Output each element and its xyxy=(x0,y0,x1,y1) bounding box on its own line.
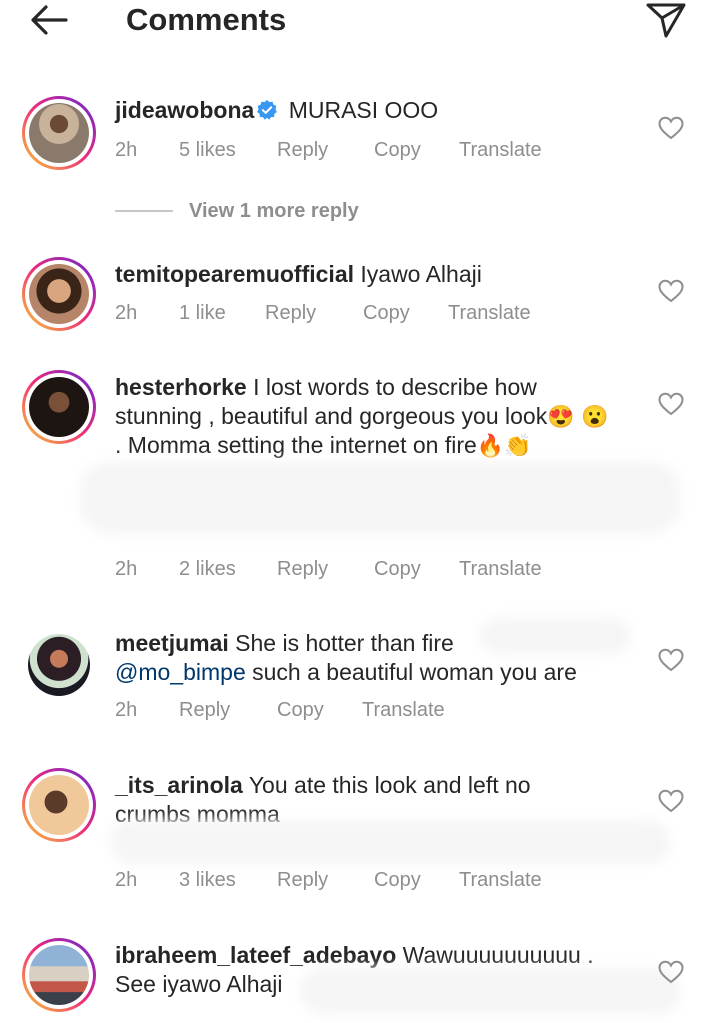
comment-username[interactable]: _its_arinola xyxy=(115,772,243,798)
header-bar: Comments xyxy=(0,0,720,40)
paper-plane-icon xyxy=(646,3,686,38)
heart-eyes-emoji: 😍 xyxy=(547,404,575,429)
heart-icon xyxy=(658,960,684,984)
reply-button[interactable]: Reply xyxy=(277,866,328,894)
heart-icon xyxy=(658,392,684,416)
avatar xyxy=(22,628,96,702)
profile-photo xyxy=(29,103,89,163)
verified-badge-icon xyxy=(257,99,278,120)
comment-body-continued: such a beautiful woman you are xyxy=(252,659,577,685)
like-button[interactable] xyxy=(658,392,684,416)
like-button[interactable] xyxy=(658,960,684,984)
comment-text: hesterhorke I lost words to describe how… xyxy=(115,373,615,460)
comment-username[interactable]: temitopearemuofficial xyxy=(115,261,354,287)
share-button[interactable] xyxy=(644,0,688,40)
fire-emoji: 🔥 xyxy=(476,433,505,458)
arrow-left-icon xyxy=(31,5,68,35)
copy-button[interactable]: Copy xyxy=(374,866,421,894)
page-title: Comments xyxy=(126,2,287,37)
comment-meta: 2h 5 likes Reply Copy Translate xyxy=(115,136,675,164)
copy-button[interactable]: Copy xyxy=(374,136,421,164)
comment-username[interactable]: meetjumai xyxy=(115,630,229,656)
divider-line xyxy=(115,210,173,212)
comment-body: Iyawo Alhaji xyxy=(360,261,482,287)
avatar[interactable] xyxy=(22,370,96,444)
comment-time: 2h xyxy=(115,558,138,580)
likes-count[interactable]: 1 like xyxy=(179,299,226,327)
comment-body-continued: . Momma setting the internet on fire xyxy=(115,432,477,458)
comment-username[interactable]: jideawobona xyxy=(115,97,254,123)
comment-time: 2h xyxy=(115,869,138,891)
reply-button[interactable]: Reply xyxy=(277,555,328,583)
redacted-area xyxy=(300,968,680,1014)
heart-icon xyxy=(658,789,684,813)
comment-meta: 2h 1 like Reply Copy Translate xyxy=(115,299,675,327)
translate-button[interactable]: Translate xyxy=(362,696,445,724)
mention-link[interactable]: @mo_bimpe xyxy=(115,659,246,685)
comment-text: meetjumai She is hotter than fire @mo_bi… xyxy=(115,629,635,687)
comment-meta: 2h 3 likes Reply Copy Translate xyxy=(115,866,675,894)
comment-meta: 2h 2 likes Reply Copy Translate xyxy=(115,555,675,583)
reply-button[interactable]: Reply xyxy=(265,299,316,327)
profile-photo xyxy=(29,945,89,1005)
avatar[interactable] xyxy=(22,938,96,1012)
heart-icon xyxy=(658,648,684,672)
copy-button[interactable]: Copy xyxy=(363,299,410,327)
like-button[interactable] xyxy=(658,279,684,303)
avatar[interactable] xyxy=(22,257,96,331)
reply-button[interactable]: Reply xyxy=(179,696,230,724)
comment-time: 2h xyxy=(115,302,138,324)
like-button[interactable] xyxy=(658,116,684,140)
back-button[interactable] xyxy=(28,0,72,40)
comment-meta: 2h Reply Copy Translate xyxy=(115,696,675,724)
avatar[interactable] xyxy=(22,768,96,842)
heart-icon xyxy=(658,279,684,303)
clapping-emoji: 👏 xyxy=(504,433,532,458)
likes-count[interactable]: 2 likes xyxy=(179,555,236,583)
like-button[interactable] xyxy=(658,648,684,672)
heart-icon xyxy=(658,116,684,140)
profile-photo xyxy=(29,377,89,437)
copy-button[interactable]: Copy xyxy=(374,555,421,583)
comment-time: 2h xyxy=(115,139,138,161)
avatar[interactable] xyxy=(22,96,96,170)
comment-text: jideawobona MURASI OOO xyxy=(115,96,615,125)
comment-body: She is hotter than fire xyxy=(235,630,454,656)
likes-count[interactable]: 5 likes xyxy=(179,136,236,164)
profile-photo xyxy=(29,775,89,835)
comment-time: 2h xyxy=(115,699,138,721)
comment-username[interactable]: hesterhorke xyxy=(115,374,247,400)
translate-button[interactable]: Translate xyxy=(459,136,542,164)
profile-photo[interactable] xyxy=(28,634,90,696)
copy-button[interactable]: Copy xyxy=(277,696,324,724)
profile-photo xyxy=(29,264,89,324)
comment-body: MURASI OOO xyxy=(288,97,439,123)
translate-button[interactable]: Translate xyxy=(459,555,542,583)
translate-button[interactable]: Translate xyxy=(448,299,531,327)
redacted-area xyxy=(110,820,670,864)
translate-button[interactable]: Translate xyxy=(459,866,542,894)
reply-button[interactable]: Reply xyxy=(277,136,328,164)
redacted-area xyxy=(80,462,680,534)
likes-count[interactable]: 3 likes xyxy=(179,866,236,894)
view-more-label[interactable]: View 1 more reply xyxy=(189,197,359,225)
surprised-emoji: 😮 xyxy=(581,404,609,429)
comment-username[interactable]: ibraheem_lateef_adebayo xyxy=(115,942,396,968)
comment-text: temitopearemuofficial Iyawo Alhaji xyxy=(115,260,655,289)
like-button[interactable] xyxy=(658,789,684,813)
